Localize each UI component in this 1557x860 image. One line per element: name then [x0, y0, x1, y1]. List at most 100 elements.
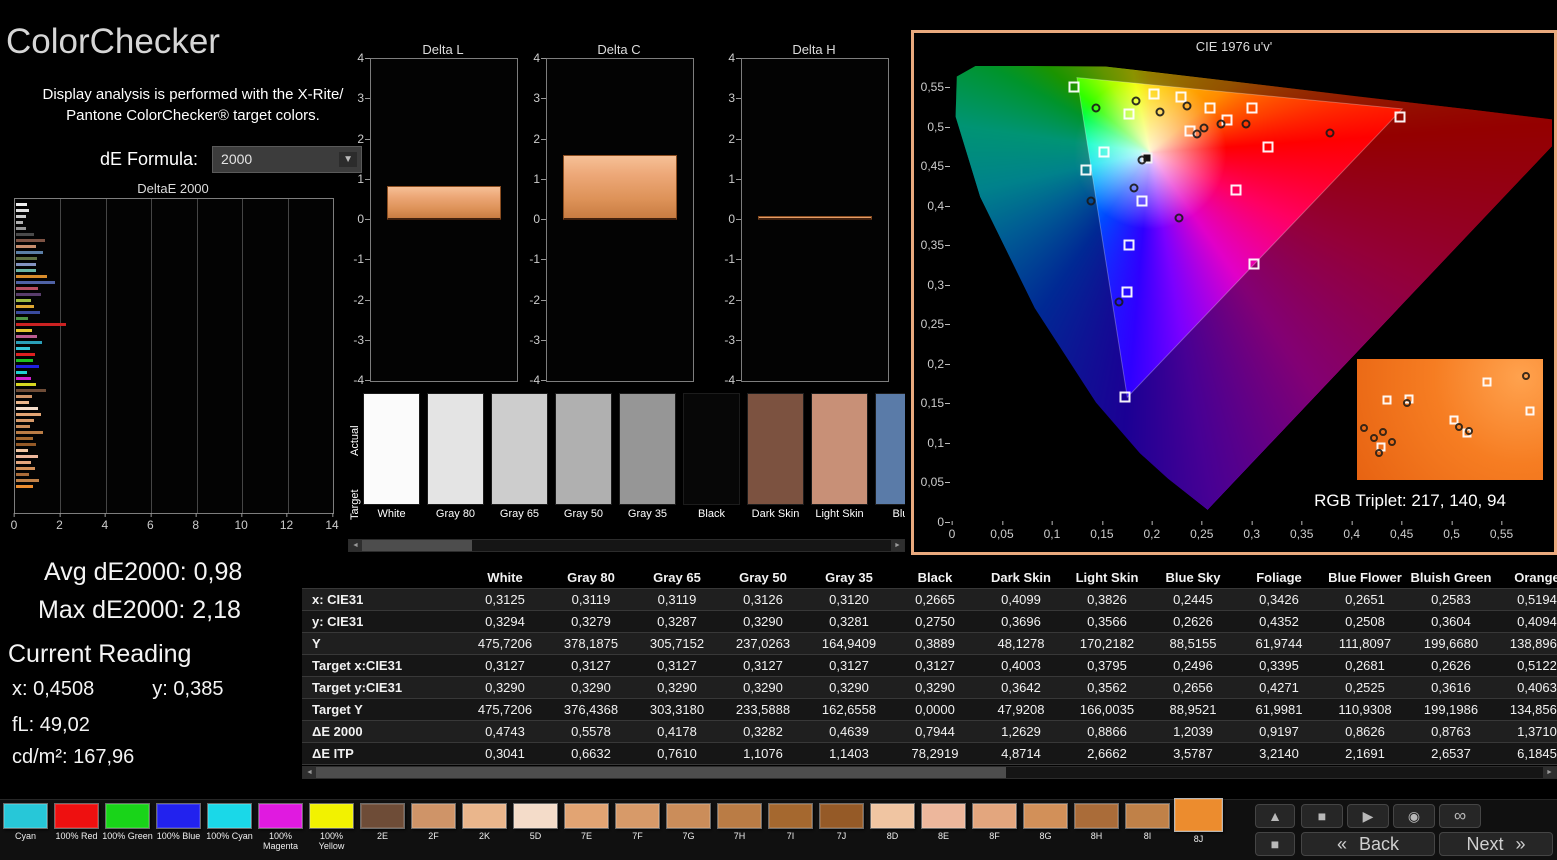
- scroll-left-icon[interactable]: ◄: [349, 540, 362, 551]
- pattern-patch-100-blue[interactable]: 100% Blue: [153, 800, 204, 860]
- table-cell: 0,3566: [1064, 610, 1150, 633]
- axis-tick-label: -2: [353, 292, 370, 307]
- infinity-icon: ∞: [1453, 806, 1467, 825]
- pattern-patch-cyan[interactable]: Cyan: [0, 800, 51, 860]
- pattern-patch-8e[interactable]: 8E: [918, 800, 969, 860]
- table-cell: 0,2445: [1150, 588, 1236, 611]
- table-cell: 1,2629: [978, 720, 1064, 743]
- scrollbar-thumb[interactable]: [362, 540, 472, 551]
- table-cell: 0,3795: [1064, 654, 1150, 677]
- play-button[interactable]: ▶: [1347, 804, 1389, 828]
- pattern-patch-2e[interactable]: 2E: [357, 800, 408, 860]
- pattern-patch-8j[interactable]: 8J: [1173, 795, 1224, 856]
- patch-label: 2K: [478, 831, 490, 841]
- pattern-patch-7f[interactable]: 7F: [612, 800, 663, 860]
- pattern-patch-8h[interactable]: 8H: [1071, 800, 1122, 860]
- pattern-patch-7j[interactable]: 7J: [816, 800, 867, 860]
- table-cell: 0,2508: [1322, 610, 1408, 633]
- column-header: Orange: [1494, 567, 1557, 589]
- axis-tick-label: 4: [101, 513, 109, 532]
- continuous-button[interactable]: ∞: [1439, 804, 1481, 828]
- table-cell: 0,3127: [548, 654, 634, 677]
- pattern-patch-7g[interactable]: 7G: [663, 800, 714, 860]
- pattern-patch-7i[interactable]: 7I: [765, 800, 816, 860]
- pattern-patch-5d[interactable]: 5D: [510, 800, 561, 860]
- table-cell: 0,3290: [720, 610, 806, 633]
- pattern-patch-8d[interactable]: 8D: [867, 800, 918, 860]
- swatch-list: White Gray 80 Gray 65 Gray 50 Gray 35 Black Da…: [363, 393, 905, 520]
- pattern-patch-8i[interactable]: 8I: [1122, 800, 1173, 860]
- scroll-right-icon[interactable]: ►: [891, 540, 904, 551]
- table-cell: 0,8763: [1408, 720, 1494, 743]
- axis-tick-label: 0,5: [1443, 521, 1460, 541]
- axis-tick-label: 0,55: [920, 80, 951, 95]
- colorchecker-swatch: Gray 80: [427, 393, 484, 520]
- measure-button[interactable]: ◉: [1393, 804, 1435, 828]
- swatch-color: [619, 393, 676, 505]
- table-cell: 1,2039: [1150, 720, 1236, 743]
- axis-tick-label: 0,25: [1190, 521, 1214, 541]
- axis-tick-label: 3: [728, 91, 741, 106]
- de-bar: [16, 383, 37, 386]
- pattern-patch-100-cyan[interactable]: 100% Cyan: [204, 800, 255, 860]
- column-header: Light Skin: [1064, 567, 1150, 589]
- axis-tick-label: 0,15: [1090, 521, 1114, 541]
- pattern-patch-8g[interactable]: 8G: [1020, 800, 1071, 860]
- patch-color: [360, 803, 405, 829]
- patch-color: [870, 803, 915, 829]
- pattern-patch-100-magenta[interactable]: 100% Magenta: [255, 800, 306, 860]
- cie-target-point: [1098, 146, 1110, 158]
- table-scrollbar[interactable]: ◄ ►: [302, 766, 1557, 779]
- pattern-patch-8f[interactable]: 8F: [969, 800, 1020, 860]
- cie-measured-point: [1192, 129, 1202, 139]
- cie-target-point: [1262, 141, 1274, 153]
- de-formula-label: dE Formula:: [100, 148, 199, 169]
- pattern-patch-2f[interactable]: 2F: [408, 800, 459, 860]
- cie-target-point: [1068, 81, 1080, 93]
- axis-tick-label: 0: [357, 212, 370, 226]
- axis-tick-label: 3: [357, 91, 370, 106]
- de-bar: [16, 311, 40, 314]
- pattern-patch-7h[interactable]: 7H: [714, 800, 765, 860]
- de-bar: [16, 407, 38, 410]
- next-button-label: Next: [1466, 833, 1504, 854]
- table-cell: 0,3395: [1236, 654, 1322, 677]
- cie-target-point: [1123, 108, 1135, 120]
- axis-tick-label: 2: [533, 131, 546, 146]
- pattern-up-button[interactable]: ▲: [1255, 804, 1295, 828]
- rgb-triplet-label: RGB Triplet: 217, 140, 94: [1314, 491, 1506, 510]
- scrollbar-thumb[interactable]: [316, 767, 1006, 778]
- scroll-right-icon[interactable]: ►: [1543, 767, 1556, 778]
- pattern-patch-100-yellow[interactable]: 100% Yellow: [306, 800, 357, 860]
- table-cell: 0,6632: [548, 742, 634, 765]
- patch-color: [258, 803, 303, 829]
- table-cell: 0,3616: [1408, 676, 1494, 699]
- inset-measured-point: [1388, 437, 1397, 446]
- pattern-patch-2k[interactable]: 2K: [459, 800, 510, 860]
- stop-button[interactable]: ■: [1301, 804, 1343, 828]
- scrollbar-track[interactable]: [362, 540, 891, 551]
- de-bar: [16, 257, 37, 260]
- axis-tick-label: 12: [279, 513, 294, 532]
- scrollbar-track[interactable]: [316, 767, 1543, 778]
- table-cell: 0,9197: [1236, 720, 1322, 743]
- pattern-patch-100-red[interactable]: 100% Red: [51, 800, 102, 860]
- de-bar: [16, 449, 28, 452]
- pattern-patch-100-green[interactable]: 100% Green: [102, 800, 153, 860]
- back-button[interactable]: « Back: [1301, 832, 1435, 856]
- pattern-patch-list: Cyan 100% Red 100% Green 100% Blue 100% Cyan…: [0, 798, 1224, 860]
- scroll-left-icon[interactable]: ◄: [303, 767, 316, 778]
- patch-label: 8I: [1143, 831, 1152, 841]
- axis-tick-label: 0,05: [990, 521, 1014, 541]
- de-bar: [16, 317, 29, 320]
- table-header-row: White Gray 80 Gray 65 Gray 50 Gray 35 Black Da…: [302, 567, 1557, 589]
- inset-measured-point: [1360, 424, 1369, 433]
- pattern-toolbar: Cyan 100% Red 100% Green 100% Blue 100% Cyan…: [0, 798, 1557, 860]
- max-de2000-value: Max dE2000: 2,18: [38, 596, 241, 624]
- pattern-window-button[interactable]: ■: [1255, 832, 1295, 856]
- inset-measured-point: [1379, 427, 1388, 436]
- swatch-strip-scrollbar[interactable]: ◄ ►: [348, 539, 905, 552]
- pattern-patch-7e[interactable]: 7E: [561, 800, 612, 860]
- table-cell: 61,9981: [1236, 698, 1322, 721]
- next-button[interactable]: Next »: [1439, 832, 1553, 856]
